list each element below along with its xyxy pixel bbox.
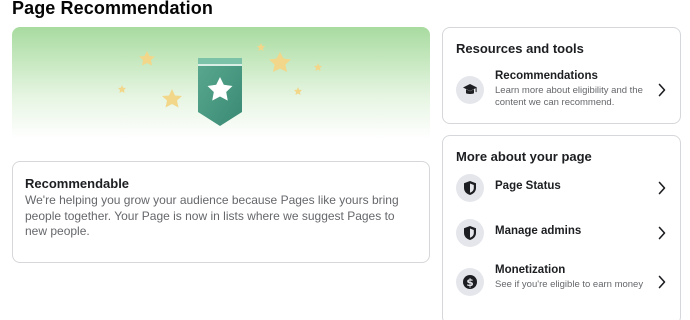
chevron-right-icon	[658, 83, 666, 102]
badge-icon	[198, 58, 242, 126]
recommendations-description: Learn more about eligibility and the con…	[495, 85, 643, 108]
svg-text:$: $	[466, 277, 473, 289]
page-title: Page Recommendation	[12, 0, 213, 18]
manage-admins-title: Manage admins	[495, 225, 582, 237]
shield-icon	[456, 174, 484, 202]
page-status-title: Page Status	[495, 180, 561, 192]
chevron-right-icon	[658, 275, 666, 294]
resources-card: Resources and tools Recommendations Lear…	[442, 27, 681, 124]
shield-icon	[456, 219, 484, 247]
more-about-page-card: More about your page Page Status Manage …	[442, 135, 681, 320]
chevron-right-icon	[658, 181, 666, 200]
recommendations-title: Recommendations	[495, 70, 598, 82]
resources-heading: Resources and tools	[456, 41, 584, 56]
page-status-item[interactable]: Page Status	[443, 168, 680, 208]
dollar-icon: $	[456, 268, 484, 296]
recommendable-card: Recommendable We're helping you grow you…	[12, 161, 430, 263]
manage-admins-item[interactable]: Manage admins	[443, 213, 680, 253]
hero-banner	[12, 27, 430, 139]
hero-illustration	[118, 43, 322, 126]
recommendable-description: We're helping you grow your audience bec…	[25, 193, 399, 238]
chevron-right-icon	[658, 226, 666, 245]
monetization-title: Monetization	[495, 264, 566, 276]
recommendations-item[interactable]: Recommendations Learn more about eligibi…	[443, 70, 680, 110]
recommendable-title: Recommendable	[25, 176, 130, 191]
more-about-page-heading: More about your page	[456, 149, 592, 164]
graduation-cap-icon	[456, 76, 484, 104]
monetization-item[interactable]: $ Monetization See if you're eligible to…	[443, 262, 680, 302]
monetization-description: See if you're eligible to earn money	[495, 279, 644, 290]
